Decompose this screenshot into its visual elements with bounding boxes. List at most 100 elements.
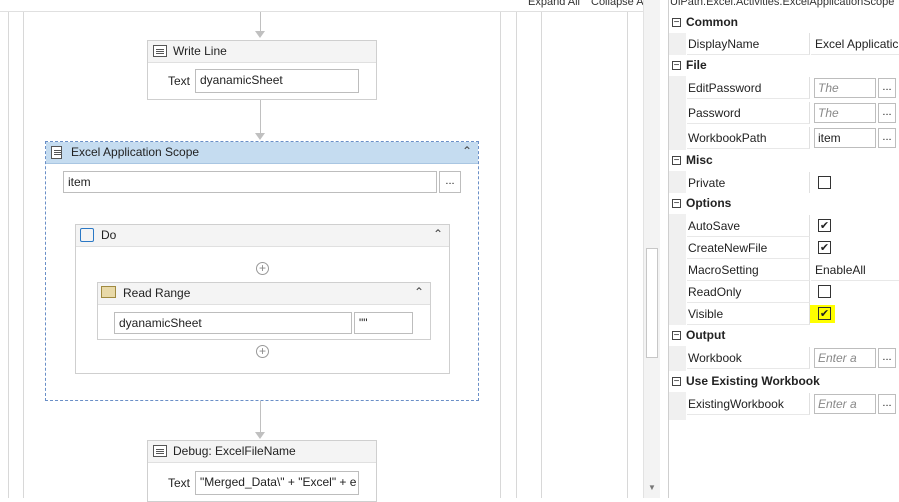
debug-write-line-activity[interactable]: Debug: ExcelFileName Text "Merged_Data\"… [147,440,377,502]
prop-name: Private [687,172,810,194]
collapse-category-icon[interactable]: − [672,61,681,71]
collapse-category-icon[interactable]: − [672,156,681,166]
sequence-icon [80,228,94,242]
prop-row-private[interactable]: Private [669,172,899,194]
prop-name: Workbook [687,347,810,369]
macrosetting-select[interactable]: EnableAll [811,259,899,281]
category-use-existing-workbook[interactable]: − Use Existing Workbook [669,371,899,392]
browse-button[interactable]: ... [439,171,461,193]
write-line-title: Write Line [173,44,227,58]
debug-header: Debug: ExcelFileName [148,441,376,463]
prop-name: ReadOnly [687,281,810,303]
read-range-icon [101,286,116,298]
write-line-text-input[interactable]: dyanamicSheet [195,69,359,93]
add-activity-plus-icon[interactable]: + [256,345,269,358]
password-ellipsis-button[interactable]: ... [878,103,896,123]
workbook-ellipsis-button[interactable]: ... [878,348,896,368]
category-label: File [686,58,707,72]
collapse-all-link[interactable]: Collapse All [591,0,648,8]
write-line-icon [153,45,167,57]
debug-title: Debug: ExcelFileName [173,444,296,458]
workbookpath-ellipsis-button[interactable]: ... [878,128,896,148]
sheet-name-input[interactable]: dyanamicSheet [114,312,352,334]
category-options[interactable]: − Options [669,193,899,214]
canvas-guide-line [23,0,24,498]
prop-row-editpassword[interactable]: EditPassword The passw ... [669,77,899,99]
debug-text-input[interactable]: "Merged_Data\" + "Excel" + e [195,471,359,495]
editpassword-ellipsis-button[interactable]: ... [878,78,896,98]
category-label: Common [686,15,738,29]
canvas-guide-line [516,0,517,498]
collapse-category-icon[interactable]: − [672,377,681,387]
scroll-down-arrow-icon[interactable]: ▼ [646,483,658,493]
connector-arrow [255,133,265,140]
read-range-activity[interactable]: Read Range ⌃ dyanamicSheet "" [97,282,431,340]
existingworkbook-ellipsis-button[interactable]: ... [878,394,896,414]
category-label: Options [686,196,732,210]
connector-arrow [255,31,265,38]
prop-row-displayname[interactable]: DisplayName Excel Applicatic [669,33,899,55]
prop-name: Password [687,102,810,124]
debug-text-label: Text [168,476,191,490]
category-label: Use Existing Workbook [686,374,820,388]
write-line-header: Write Line [148,41,376,63]
password-input[interactable]: The passw [814,103,876,123]
add-activity-plus-icon[interactable]: + [256,262,269,275]
existingworkbook-input[interactable]: Enter a VB [814,394,876,414]
displayname-value[interactable]: Excel Applicatic [811,33,899,55]
readonly-checkbox[interactable] [818,285,831,298]
category-label: Misc [686,153,713,167]
category-file[interactable]: − File [669,55,899,76]
canvas-guide-line [8,0,9,498]
write-line-text-label: Text [168,74,191,88]
range-input[interactable]: "" [354,312,413,334]
prop-name: Visible [687,303,810,325]
prop-row-readonly[interactable]: ReadOnly [669,281,899,303]
prop-row-workbookpath[interactable]: WorkbookPath item ... [669,127,899,149]
prop-row-password[interactable]: Password The passw ... [669,102,899,124]
prop-name: ExistingWorkbook [687,393,810,415]
visible-checkbox[interactable]: ✔ [818,307,831,320]
canvas-guide-line [500,0,501,498]
collapse-chevron-icon[interactable]: ⌃ [433,227,443,241]
canvas-scrollbar-thumb[interactable] [646,248,658,358]
expand-all-link[interactable]: Expand All [528,0,580,8]
collapse-category-icon[interactable]: − [672,18,681,28]
prop-name: CreateNewFile [687,237,810,259]
prop-name: WorkbookPath [687,127,810,149]
prop-row-macrosetting[interactable]: MacroSetting EnableAll [669,259,899,281]
connector-arrow [255,432,265,439]
collapse-chevron-icon[interactable]: ⌃ [414,285,424,299]
prop-name: DisplayName [687,33,810,55]
prop-row-autosave[interactable]: AutoSave ✔ [669,215,899,237]
collapse-category-icon[interactable]: − [672,199,681,209]
prop-row-workbook[interactable]: Workbook Enter a VB ... [669,347,899,369]
prop-row-createnewfile[interactable]: CreateNewFile ✔ [669,237,899,259]
canvas-guide-line [541,0,542,498]
autosave-checkbox[interactable]: ✔ [818,219,831,232]
write-line-activity[interactable]: Write Line Text dyanamicSheet [147,40,377,100]
prop-row-visible[interactable]: Visible ✔ [669,303,899,325]
category-common[interactable]: − Common [669,12,899,33]
do-header: Do ⌃ [76,225,449,247]
category-label: Output [686,328,726,342]
collapse-chevron-icon[interactable]: ⌃ [462,144,472,158]
category-misc[interactable]: − Misc [669,150,899,171]
prop-row-existingworkbook[interactable]: ExistingWorkbook Enter a VB ... [669,393,899,415]
workbook-input[interactable]: Enter a VB [814,348,876,368]
private-checkbox[interactable] [818,176,831,189]
connector-line [260,100,261,135]
designer-toolbar: Expand All Collapse All [0,0,660,12]
createnewfile-checkbox[interactable]: ✔ [818,241,831,254]
do-sequence[interactable]: Do ⌃ + Read Range ⌃ dyanamicSheet "" + [75,224,450,374]
workbook-path-input[interactable]: item [63,171,437,193]
category-output[interactable]: − Output [669,325,899,346]
canvas-guide-line [627,0,628,498]
workbookpath-input[interactable]: item [814,128,876,148]
read-range-title: Read Range [123,286,191,300]
collapse-category-icon[interactable]: − [672,331,681,341]
excel-application-scope[interactable]: Excel Application Scope ⌃ item ... Do ⌃ … [45,141,479,401]
scope-header: Excel Application Scope ⌃ [46,142,478,164]
read-range-header: Read Range ⌃ [98,283,430,305]
editpassword-input[interactable]: The passw [814,78,876,98]
